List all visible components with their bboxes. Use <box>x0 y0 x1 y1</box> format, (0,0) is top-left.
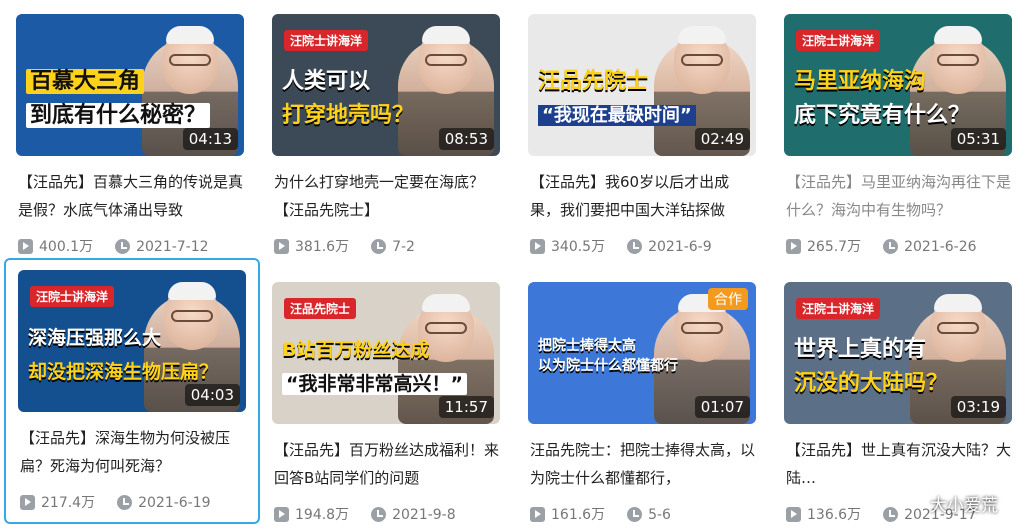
view-count: 136.6万 <box>807 507 862 523</box>
video-title[interactable]: 【汪品先】百万粉丝达成福利！来回答B站同学们的问题 <box>274 436 500 492</box>
upload-date: 2021-6-19 <box>138 495 211 511</box>
video-meta: 340.5万 2021-6-9 <box>530 236 756 256</box>
view-count: 194.8万 <box>295 507 350 523</box>
video-thumbnail[interactable]: 合作 把院士捧得太高 以为院士什么都懂都行 01:07 <box>528 282 756 424</box>
video-card[interactable]: 汪院士讲海洋 人类可以 打穿地壳吗？ 08:53 为什么打穿地壳一定要在海底？【… <box>272 14 504 264</box>
video-card[interactable]: 汪品先院士 “我现在最缺时间” 02:49 【汪品先】我60岁以后才出成果，我们… <box>528 14 760 264</box>
series-tag: 汪品先院士 <box>284 298 357 319</box>
video-title[interactable]: 【汪品先】深海生物为何没被压扁？死海为何叫死海？ <box>20 424 246 480</box>
thumbnail-subheadline: 打穿地壳吗？ <box>282 103 415 128</box>
play-count-icon <box>274 507 289 522</box>
view-count: 217.4万 <box>41 495 96 511</box>
video-title[interactable]: 【汪品先】马里亚纳海沟再往下是什么？海沟中有生物吗？ <box>786 168 1012 224</box>
video-duration: 03:19 <box>950 396 1006 418</box>
thumbnail-subheadline: “我现在最缺时间” <box>538 105 696 126</box>
view-count: 265.7万 <box>807 239 862 255</box>
thumbnail-subheadline: 到底有什么秘密？ <box>26 103 211 128</box>
view-count: 381.6万 <box>295 239 350 255</box>
video-duration: 01:07 <box>694 396 750 418</box>
series-tag: 汪院士讲海洋 <box>284 30 369 51</box>
video-title[interactable]: 为什么打穿地壳一定要在海底？【汪品先院士】 <box>274 168 500 224</box>
thumbnail-headline: B站百万粉丝达成 <box>282 339 430 361</box>
video-meta: 161.6万 5-6 <box>530 504 756 524</box>
thumbnail-headline: 马里亚纳海沟 <box>794 69 927 94</box>
thumbnail-subheadline: 却没把深海生物压扁？ <box>28 361 219 383</box>
video-thumbnail[interactable]: 汪院士讲海洋 马里亚纳海沟 底下究竟有什么？ 05:31 <box>784 14 1012 156</box>
upload-date: 2021-6-9 <box>648 239 712 255</box>
video-card[interactable]: 百慕大三角 到底有什么秘密？ 04:13 【汪品先】百慕大三角的传说是真是假？水… <box>16 14 248 264</box>
video-duration: 04:03 <box>184 384 240 406</box>
view-count: 400.1万 <box>39 239 94 255</box>
play-count-icon <box>786 239 801 254</box>
series-tag: 汪院士讲海洋 <box>796 298 881 319</box>
thumbnail-subheadline: 以为院士什么都懂都行 <box>538 358 678 374</box>
video-thumbnail[interactable]: 百慕大三角 到底有什么秘密？ 04:13 <box>16 14 244 156</box>
video-duration: 04:13 <box>182 128 238 150</box>
video-card-selected[interactable]: 汪院士讲海洋 深海压强那么大 却没把深海生物压扁？ 04:03 【汪品先】深海生… <box>4 258 260 524</box>
video-title[interactable]: 【汪品先】我60岁以后才出成果，我们要把中国大洋钻探做 <box>530 168 756 224</box>
upload-date: 2021-7-12 <box>136 239 209 255</box>
video-thumbnail[interactable]: 汪院士讲海洋 世界上真的有 沉没的大陆吗？ 03:19 <box>784 282 1012 424</box>
upload-date: 2021-6-26 <box>904 239 977 255</box>
video-thumbnail[interactable]: 汪品先院士 “我现在最缺时间” 02:49 <box>528 14 756 156</box>
upload-date: 5-6 <box>648 507 671 523</box>
video-duration: 02:49 <box>694 128 750 150</box>
thumbnail-headline: 汪品先院士 <box>538 69 649 94</box>
clock-icon <box>371 239 387 254</box>
thumbnail-headline: 人类可以 <box>282 69 371 94</box>
upload-date: 2021-9-8 <box>392 507 456 523</box>
clock-icon <box>627 239 643 254</box>
video-thumbnail[interactable]: 汪品先院士 B站百万粉丝达成 “我非常非常高兴！” 11:57 <box>272 282 500 424</box>
thumbnail-subheadline: 底下究竟有什么？ <box>794 103 971 128</box>
video-meta: 194.8万 2021-9-8 <box>274 504 500 524</box>
play-count-icon <box>18 239 33 254</box>
clock-icon <box>883 507 899 522</box>
video-duration: 08:53 <box>438 128 494 150</box>
video-card[interactable]: 合作 把院士捧得太高 以为院士什么都懂都行 01:07 汪品先院士：把院士捧得太… <box>528 282 760 532</box>
clock-icon <box>371 507 387 522</box>
video-meta: 265.7万 2021-6-26 <box>786 236 1012 256</box>
thumbnail-headline: 深海压强那么大 <box>28 327 162 349</box>
play-count-icon <box>786 507 801 522</box>
thumbnail-subheadline: “我非常非常高兴！” <box>282 373 467 395</box>
collab-badge: 合作 <box>708 288 748 310</box>
series-tag: 汪院士讲海洋 <box>30 286 115 307</box>
video-grid: 百慕大三角 到底有什么秘密？ 04:13 【汪品先】百慕大三角的传说是真是假？水… <box>0 0 1024 525</box>
thumbnail-headline: 百慕大三角 <box>26 69 145 94</box>
watermark: 大小爱荒 <box>930 496 998 516</box>
view-count: 340.5万 <box>551 239 606 255</box>
thumbnail-headline: 世界上真的有 <box>794 337 927 362</box>
play-count-icon <box>530 239 545 254</box>
video-duration: 11:57 <box>438 396 494 418</box>
video-meta: 381.6万 7-2 <box>274 236 500 256</box>
clock-icon <box>117 495 133 510</box>
video-card[interactable]: 汪院士讲海洋 马里亚纳海沟 底下究竟有什么？ 05:31 【汪品先】马里亚纳海沟… <box>784 14 1016 264</box>
upload-date: 7-2 <box>392 239 415 255</box>
play-count-icon <box>20 495 35 510</box>
video-title[interactable]: 【汪品先】百慕大三角的传说是真是假？水底气体涌出导致 <box>18 168 244 224</box>
video-meta: 400.1万 2021-7-12 <box>18 236 244 256</box>
video-duration: 05:31 <box>950 128 1006 150</box>
video-card[interactable]: 汪品先院士 B站百万粉丝达成 “我非常非常高兴！” 11:57 【汪品先】百万粉… <box>272 282 504 532</box>
clock-icon <box>883 239 899 254</box>
video-thumbnail[interactable]: 汪院士讲海洋 人类可以 打穿地壳吗？ 08:53 <box>272 14 500 156</box>
video-card[interactable]: 汪院士讲海洋 世界上真的有 沉没的大陆吗？ 03:19 【汪品先】世上真有沉没大… <box>784 282 1016 532</box>
series-tag: 汪院士讲海洋 <box>796 30 881 51</box>
video-meta: 217.4万 2021-6-19 <box>20 492 246 512</box>
video-title[interactable]: 汪品先院士：把院士捧得太高，以为院士什么都懂都行， <box>530 436 756 492</box>
play-count-icon <box>274 239 289 254</box>
view-count: 161.6万 <box>551 507 606 523</box>
clock-icon <box>627 507 643 522</box>
play-count-icon <box>530 507 545 522</box>
thumbnail-subheadline: 沉没的大陆吗？ <box>794 371 949 396</box>
video-title[interactable]: 【汪品先】世上真有沉没大陆？大陆… <box>786 436 1012 492</box>
video-thumbnail[interactable]: 汪院士讲海洋 深海压强那么大 却没把深海生物压扁？ 04:03 <box>18 270 246 412</box>
clock-icon <box>115 239 131 254</box>
